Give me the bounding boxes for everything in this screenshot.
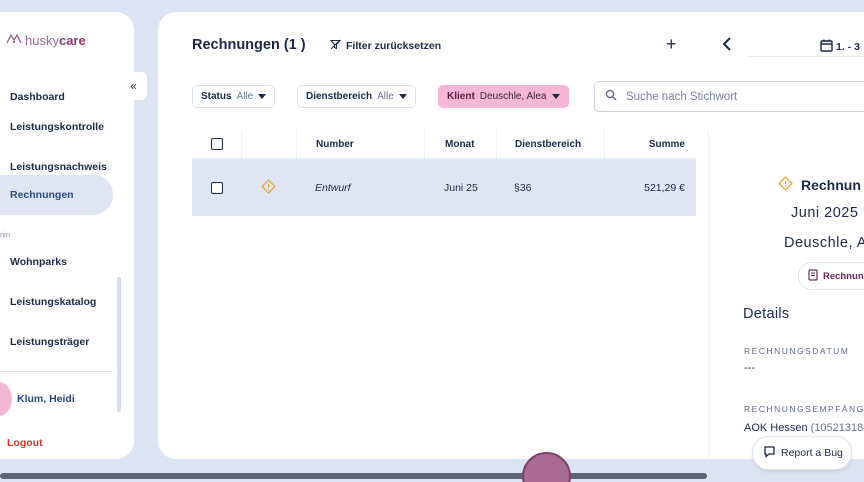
sidebar-item-leistungskatalog[interactable]: Leistungskatalog	[0, 282, 113, 322]
user-name[interactable]: Klum, Heidi	[17, 393, 75, 405]
field-value-rechnungsdatum: ---	[744, 362, 755, 374]
double-chevron-left-icon: «	[130, 79, 137, 93]
logo-text-care: care	[58, 33, 86, 48]
caret-down-icon	[258, 94, 267, 99]
detail-month: Juni 2025	[791, 205, 859, 221]
main-panel: Rechnungen (1 ) Filter zurücksetzen + 1.…	[158, 12, 864, 459]
column-header-number[interactable]: Number	[296, 130, 424, 158]
row-checkbox[interactable]	[210, 181, 223, 194]
caret-down-icon	[398, 94, 407, 99]
sidebar: husky care Dashboard Leistungskontrolle L…	[0, 12, 134, 459]
filter-value: Alle	[377, 91, 394, 102]
filter-value: Deuschle, Alea	[479, 91, 547, 102]
sidebar-item-rechnungen[interactable]: Rechnungen	[0, 175, 113, 215]
detail-title-text: Rechnun	[801, 177, 861, 193]
report-bug-label: Report a Bug	[781, 447, 843, 459]
field-label-rechnungsempfaenger: RECHNUNGSEMPFÄNGE	[744, 404, 864, 414]
sidebar-item-label: Leistungsträger	[10, 336, 90, 348]
detail-client: Deuschle, A	[784, 235, 864, 251]
column-header-monat[interactable]: Monat	[424, 130, 496, 158]
section-label-fragment: nin	[0, 230, 11, 239]
filter-status[interactable]: Status Alle	[192, 85, 276, 108]
filter-klient[interactable]: Klient Deuschle, Alea	[438, 85, 569, 108]
row-number: Entwurf	[315, 181, 351, 194]
invoice-table: Number Monat Dienstbereich Summe Entwurf…	[192, 130, 696, 216]
row-dienstbereich: §36	[514, 181, 532, 194]
avatar[interactable]	[0, 382, 12, 416]
logo[interactable]: husky care	[6, 33, 86, 48]
recipient-id: (105213188	[810, 422, 864, 434]
sidebar-item-label: Leistungskontrolle	[10, 121, 104, 133]
sidebar-item-label: Rechnungen	[10, 189, 74, 201]
filter-label: Klient	[447, 91, 475, 102]
logo-icon	[6, 33, 22, 48]
sidebar-item-leistungstraeger[interactable]: Leistungsträger	[0, 322, 113, 362]
logo-text-husky: husky	[25, 33, 59, 48]
detail-panel-divider	[708, 130, 709, 459]
filter-label: Status	[201, 91, 232, 102]
plus-icon: +	[666, 34, 677, 54]
sidebar-divider	[0, 371, 113, 372]
details-heading: Details	[743, 306, 790, 322]
toolbar-divider	[748, 56, 864, 57]
date-range-label: 1. - 3	[836, 41, 860, 53]
column-header-summe[interactable]: Summe	[604, 130, 696, 158]
caret-down-icon	[551, 94, 560, 99]
sidebar-item-label: Dashboard	[10, 91, 65, 103]
row-summe: 521,29 €	[644, 181, 685, 194]
sidebar-item-label: Wohnparks	[10, 256, 67, 268]
search-icon	[605, 88, 617, 106]
filter-reset-button[interactable]: Filter zurücksetzen	[329, 39, 442, 53]
page-title: Rechnungen (1 )	[192, 37, 306, 53]
search-box[interactable]	[594, 81, 864, 112]
detail-title: Rechnun	[778, 176, 861, 194]
date-range-picker[interactable]: 1. - 3	[820, 39, 860, 55]
report-bug-button[interactable]: Report a Bug	[752, 436, 852, 470]
sidebar-scrollbar[interactable]	[117, 277, 121, 412]
sidebar-item-wohnparks[interactable]: Wohnparks	[0, 242, 113, 282]
filter-value: Alle	[236, 91, 254, 102]
filter-off-icon	[329, 39, 342, 53]
invoice-document-label: Rechnun	[823, 270, 864, 282]
field-label-rechnungsdatum: RECHNUNGSDATUM	[744, 346, 850, 356]
sidebar-item-label: Leistungskatalog	[10, 296, 97, 308]
row-status-cell	[241, 159, 296, 216]
header-select-cell	[192, 130, 241, 158]
chevron-left-icon	[722, 36, 732, 56]
filter-dienstbereich[interactable]: Dienstbereich Alle	[297, 85, 416, 108]
filter-label: Dienstbereich	[306, 91, 373, 102]
table-row[interactable]: Entwurf Juni 25 §36 521,29 €	[192, 159, 696, 216]
row-monat: Juni 25	[444, 181, 478, 194]
horizontal-scrollbar[interactable]	[0, 473, 707, 479]
field-value-rechnungsempfaenger: AOK Hessen (105213188	[744, 422, 864, 434]
table-header: Number Monat Dienstbereich Summe	[192, 130, 696, 159]
add-button[interactable]: +	[666, 34, 677, 55]
sidebar-item-leistungskontrolle[interactable]: Leistungskontrolle	[0, 107, 113, 147]
recipient-name: AOK Hessen	[744, 422, 808, 434]
collapse-sidebar-button[interactable]: «	[120, 72, 147, 100]
document-icon	[808, 268, 819, 284]
calendar-icon	[820, 39, 833, 55]
logout-link[interactable]: Logout	[7, 437, 43, 449]
sidebar-item-label: Leistungsnachweis	[10, 161, 107, 173]
filter-reset-label: Filter zurücksetzen	[346, 40, 442, 52]
invoice-document-button[interactable]: Rechnun	[798, 262, 864, 290]
select-all-checkbox[interactable]	[210, 138, 223, 150]
warning-icon	[261, 178, 276, 197]
bug-icon	[763, 445, 776, 461]
previous-period-button[interactable]	[714, 34, 740, 58]
warning-icon	[778, 176, 793, 194]
column-header-dienstbereich[interactable]: Dienstbereich	[496, 130, 604, 158]
header-status-cell	[241, 130, 296, 158]
search-input[interactable]	[626, 90, 846, 103]
row-select-cell	[192, 159, 241, 216]
